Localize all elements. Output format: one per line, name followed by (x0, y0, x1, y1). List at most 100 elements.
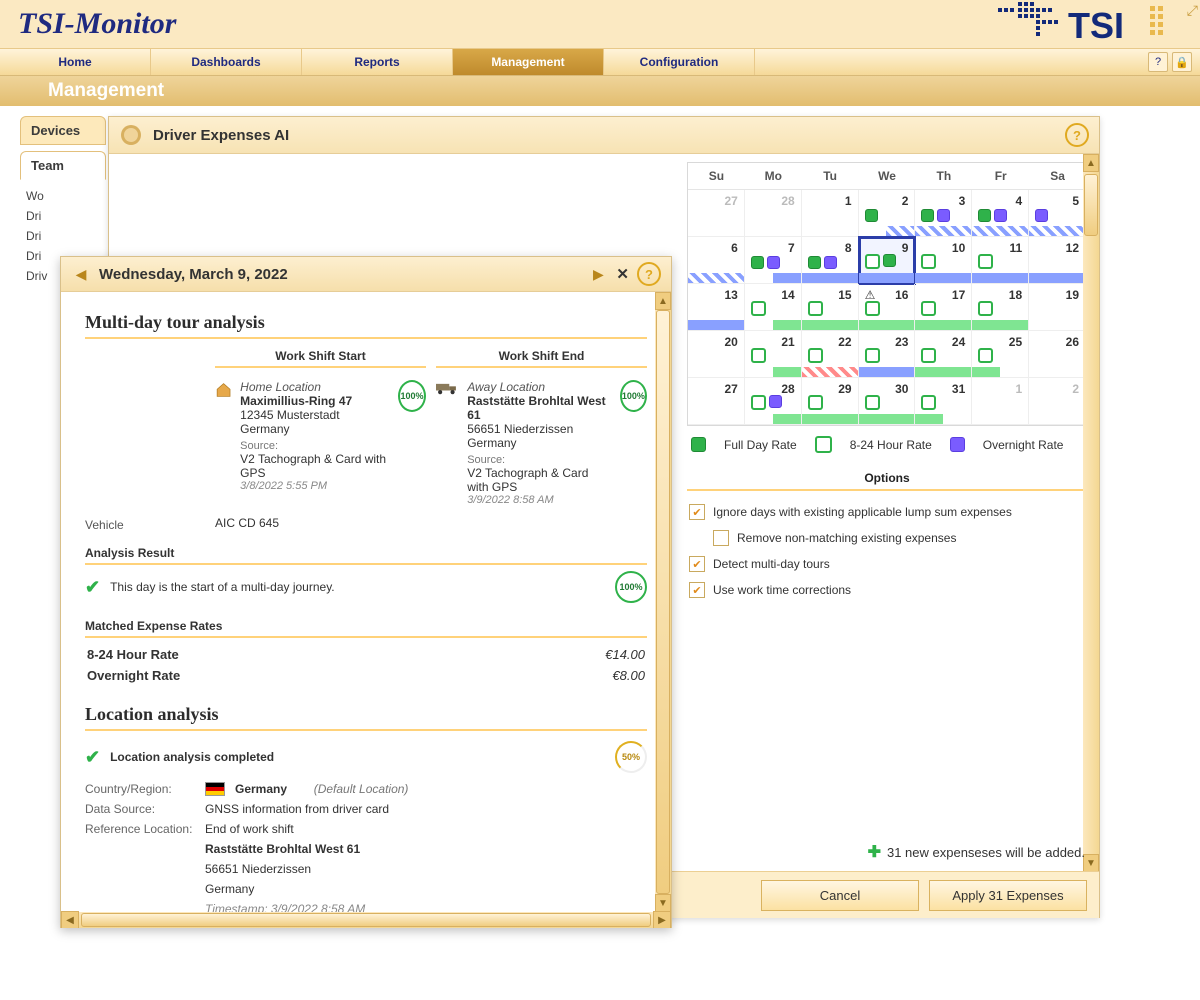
shift-end-header: Work Shift End (436, 349, 647, 368)
calendar-day[interactable]: 21 (745, 331, 802, 378)
calendar-day[interactable]: 5 (1029, 190, 1086, 237)
calendar-day[interactable]: 6 (688, 237, 745, 284)
app-logo: TSI ⤢ (998, 2, 1194, 46)
menu-home[interactable]: Home (0, 49, 151, 75)
calendar-day[interactable]: 29 (802, 378, 859, 425)
calendar-day[interactable]: 3 (915, 190, 972, 237)
popup-vscrollbar[interactable]: ▲▼ (655, 292, 671, 912)
day-detail-popup: ◀ Wednesday, March 9, 2022 ▶ ✕ ? Multi-d… (60, 256, 672, 928)
calendar-day[interactable]: 15 (802, 284, 859, 331)
calendar-day[interactable]: 22 (802, 331, 859, 378)
calendar-day[interactable]: 12 (1029, 237, 1086, 284)
calendar-day[interactable]: 24 (915, 331, 972, 378)
calendar-day[interactable]: 20 (688, 331, 745, 378)
fullscreen-icon[interactable]: ⤢ (1187, 2, 1198, 19)
home-icon (215, 380, 232, 400)
prev-day-button[interactable]: ◀ (71, 264, 91, 284)
main-menu: Home Dashboards Reports Management Confi… (0, 48, 1200, 76)
calendar-day[interactable]: 13 (688, 284, 745, 331)
sidebar-tab-team[interactable]: Team (20, 151, 106, 180)
breadcrumb: Management (0, 76, 1200, 106)
cancel-button[interactable]: Cancel (761, 880, 919, 911)
calendar-day[interactable]: 19 (1029, 284, 1086, 331)
dialog-title: Driver Expenses AI (153, 127, 289, 144)
calendar-day[interactable]: 30 (859, 378, 916, 425)
calendar-day[interactable]: 7 (745, 237, 802, 284)
popup-help-icon[interactable]: ? (637, 262, 661, 286)
vehicle-id: AIC CD 645 (215, 516, 647, 530)
svg-text:TSI: TSI (1068, 5, 1124, 46)
close-button[interactable]: ✕ (616, 265, 629, 283)
option-worktime-corrections[interactable]: Use work time corrections (687, 577, 1087, 603)
rates-header: Matched Expense Rates (85, 619, 647, 638)
calendar-day[interactable]: 28 (745, 378, 802, 425)
analysis-header: Analysis Result (85, 546, 647, 565)
dialog-vscrollbar[interactable]: ▲▼ (1083, 154, 1099, 872)
cal-dow: Su (688, 163, 745, 190)
calendar-day[interactable]: 14 (745, 284, 802, 331)
calendar-day[interactable]: 1 (972, 378, 1029, 425)
calendar-day[interactable]: 26 (1029, 331, 1086, 378)
plus-icon: ✚ (868, 842, 881, 862)
calendar-day[interactable]: 25 (972, 331, 1029, 378)
calendar-day[interactable]: 2 (1029, 378, 1086, 425)
warning-icon: ⚠ (865, 288, 876, 302)
menu-reports[interactable]: Reports (302, 49, 453, 75)
calendar-day[interactable]: 27 (688, 190, 745, 237)
option-detect-multiday[interactable]: Detect multi-day tours (687, 551, 1087, 577)
calendar-day[interactable]: 1 (802, 190, 859, 237)
flag-icon (205, 782, 225, 796)
next-day-button[interactable]: ▶ (588, 264, 608, 284)
rate-row: 8-24 Hour Rate€14.00 (85, 644, 647, 665)
calendar-day[interactable]: 16⚠ (859, 284, 916, 331)
menu-management[interactable]: Management (453, 49, 604, 75)
calendar-day[interactable]: 18 (972, 284, 1029, 331)
confidence-badge: 100% (615, 571, 647, 603)
app-title: TSI-Monitor (6, 7, 176, 41)
menu-configuration[interactable]: Configuration (604, 49, 755, 75)
calendar-day[interactable]: 27 (688, 378, 745, 425)
shift-start-header: Work Shift Start (215, 349, 426, 368)
cal-dow: Fr (972, 163, 1029, 190)
calendar-day[interactable]: 8 (802, 237, 859, 284)
calendar-day[interactable]: 17 (915, 284, 972, 331)
sidebar-tab-devices[interactable]: Devices (20, 116, 106, 145)
sidebar-item[interactable]: Dri (26, 206, 106, 226)
cal-dow: Mo (745, 163, 802, 190)
location-analysis-title: Location analysis (85, 704, 647, 731)
help-icon[interactable]: ? (1148, 52, 1168, 72)
menu-dashboards[interactable]: Dashboards (151, 49, 302, 75)
cal-dow: Sa (1029, 163, 1086, 190)
rate-row: Overnight Rate€8.00 (85, 665, 647, 686)
location-completed: Location analysis completed (110, 750, 274, 764)
calendar-day[interactable]: 23 (859, 331, 916, 378)
cal-dow: We (859, 163, 916, 190)
truck-icon (436, 380, 459, 396)
confidence-badge: 100% (398, 380, 426, 412)
sidebar-item[interactable]: Wo (26, 186, 106, 206)
options-header: Options (687, 467, 1087, 491)
option-ignore-existing[interactable]: Ignore days with existing applicable lum… (687, 499, 1087, 525)
option-remove-nonmatching[interactable]: Remove non-matching existing expenses (687, 525, 1087, 551)
confidence-badge: 100% (620, 380, 647, 412)
multiday-title: Multi-day tour analysis (85, 312, 647, 339)
analysis-text: This day is the start of a multi-day jou… (110, 580, 335, 594)
ai-coin-icon (119, 123, 143, 147)
apply-button[interactable]: Apply 31 Expenses (929, 880, 1087, 911)
calendar-day[interactable]: 4 (972, 190, 1029, 237)
calendar-day[interactable]: 10 (915, 237, 972, 284)
calendar-day[interactable]: 9 (859, 237, 916, 284)
cal-dow: Tu (802, 163, 859, 190)
lock-icon[interactable]: 🔒 (1172, 52, 1192, 72)
expense-calendar: SuMoTuWeThFrSa 2728123456789101112131415… (687, 162, 1087, 426)
calendar-day[interactable]: 11 (972, 237, 1029, 284)
calendar-day[interactable]: 31 (915, 378, 972, 425)
calendar-legend: Full Day Rate 8-24 Hour Rate Overnight R… (687, 426, 1087, 463)
calendar-day[interactable]: 28 (745, 190, 802, 237)
check-icon: ✔ (85, 747, 100, 768)
sidebar-item[interactable]: Dri (26, 226, 106, 246)
status-line: ✚ 31 new expenseses will be added. (868, 842, 1085, 862)
dialog-help-icon[interactable]: ? (1065, 123, 1089, 147)
calendar-day[interactable]: 2 (859, 190, 916, 237)
popup-hscrollbar[interactable]: ◀▶ (61, 912, 671, 928)
